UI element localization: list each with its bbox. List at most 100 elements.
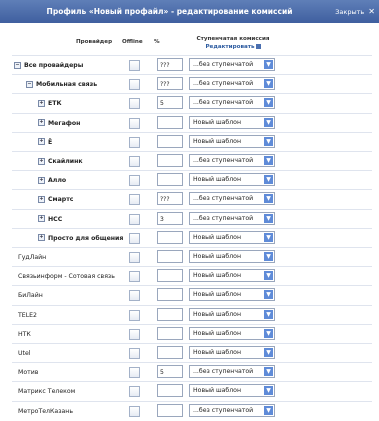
column-offline: Offline [122, 39, 143, 45]
select-value: ...без ступенчатой [193, 368, 254, 376]
select-value: ...без ступенчатой [193, 157, 254, 164]
offline-checkbox[interactable] [129, 348, 140, 359]
provider-cell: TELE2 [18, 306, 37, 325]
offline-checkbox[interactable] [129, 386, 140, 398]
select-value: ...без ступенчатой [193, 80, 254, 88]
select-value: Новый шаблон [193, 387, 242, 395]
percent-input[interactable]: 5 [157, 96, 183, 110]
step-commission-select[interactable]: ...без ступенчатой ▼ [189, 58, 275, 71]
step-commission-select[interactable]: Новый шаблон ▼ [189, 115, 275, 129]
provider-name: Все провайдеры [24, 62, 84, 69]
select-value: Новый шаблон [193, 349, 242, 356]
chevron-down-icon: ▼ [264, 386, 273, 396]
chevron-down-icon: ▼ [264, 194, 273, 204]
expand-icon[interactable]: + [38, 176, 45, 184]
step-commission-select[interactable]: ...без ступенчатой ▼ [189, 96, 275, 110]
step-commission-select[interactable]: Новый шаблон ▼ [189, 230, 275, 244]
provider-cell: Связьинформ - Сотовая связь [18, 267, 115, 286]
select-value: Новый шаблон [193, 310, 242, 318]
expand-icon[interactable]: + [38, 99, 45, 107]
offline-checkbox[interactable] [129, 79, 140, 91]
offline-checkbox[interactable] [129, 309, 140, 321]
chevron-down-icon: ▼ [264, 405, 273, 415]
step-commission-select[interactable]: ...без ступенчатой ▼ [189, 192, 275, 206]
percent-input[interactable]: ??? [157, 192, 183, 206]
percent-input[interactable]: 5 [157, 365, 183, 379]
provider-name: БиЛайн [18, 292, 43, 300]
offline-checkbox[interactable] [129, 194, 140, 206]
step-commission-select[interactable]: Новый шаблон ▼ [189, 326, 275, 340]
step-commission-select[interactable]: Новый шаблон ▼ [189, 173, 275, 187]
expand-icon[interactable]: + [38, 215, 45, 223]
step-commission-select[interactable]: ...без ступенчатой ▼ [189, 365, 275, 379]
collapse-icon[interactable]: − [14, 61, 21, 69]
provider-cell: БиЛайн [18, 286, 43, 305]
step-commission-select[interactable]: Новый шаблон ▼ [189, 307, 275, 321]
offline-checkbox[interactable] [129, 156, 140, 167]
offline-checkbox[interactable] [129, 328, 140, 340]
commission-editor-window: Профиль «Новый профайл» - редактирование… [0, 0, 379, 417]
provider-cell: − Мобильная связь [26, 75, 97, 94]
provider-cell: Матрикс Телеком [18, 382, 75, 401]
percent-input[interactable]: ??? [157, 58, 183, 71]
step-commission-select[interactable]: Новый шаблон ▼ [189, 384, 275, 398]
table-row: + ЕТК 5 ...без ступенчатой ▼ [12, 93, 372, 113]
expand-icon[interactable]: + [38, 138, 45, 146]
offline-checkbox[interactable] [129, 252, 140, 263]
offline-checkbox[interactable] [129, 175, 140, 187]
offline-checkbox[interactable] [129, 290, 140, 302]
provider-cell: + Ё [38, 133, 52, 152]
offline-checkbox[interactable] [129, 98, 140, 110]
select-value: ...без ступенчатой [193, 99, 254, 107]
step-commission-select[interactable]: Новый шаблон ▼ [189, 134, 275, 148]
percent-input[interactable] [157, 346, 183, 359]
offline-checkbox[interactable] [129, 405, 140, 417]
table-row: + Ё Новый шаблон ▼ [12, 131, 372, 152]
step-commission-select[interactable]: Новый шаблон ▼ [189, 269, 275, 283]
expand-icon[interactable]: + [38, 234, 45, 242]
percent-input[interactable] [157, 269, 183, 283]
percent-input[interactable] [157, 154, 183, 167]
percent-input[interactable] [157, 288, 183, 302]
step-commission-select[interactable]: ...без ступенчатой ▼ [189, 154, 275, 167]
offline-checkbox[interactable] [129, 367, 140, 379]
collapse-icon[interactable]: − [26, 80, 33, 88]
offline-checkbox[interactable] [129, 232, 140, 244]
chevron-down-icon: ▼ [264, 117, 273, 127]
offline-checkbox[interactable] [129, 271, 140, 283]
chevron-down-icon: ▼ [264, 328, 273, 338]
offline-checkbox[interactable] [129, 60, 140, 71]
table-row: Мотив 5 ...без ступенчатой ▼ [12, 362, 372, 382]
close-button[interactable]: Закрыть ✕ [335, 0, 375, 23]
percent-input[interactable]: ??? [157, 77, 183, 91]
percent-input[interactable] [157, 134, 183, 148]
select-value: Новый шаблон [193, 118, 242, 126]
select-value: Новый шаблон [193, 291, 242, 299]
expand-icon[interactable]: + [38, 157, 45, 165]
step-commission-select[interactable]: Новый шаблон ▼ [189, 346, 275, 359]
step-commission-select[interactable]: ...без ступенчатой ▼ [189, 77, 275, 91]
provider-name: TELE2 [18, 311, 37, 319]
select-value: Новый шаблон [193, 176, 242, 184]
percent-input[interactable] [157, 230, 183, 244]
percent-input[interactable] [157, 384, 183, 398]
chevron-down-icon: ▼ [264, 271, 273, 281]
table-row: НТК Новый шаблон ▼ [12, 323, 372, 344]
step-commission-select[interactable]: ...без ступенчатой ▼ [189, 211, 275, 225]
table-row: ГудЛайн Новый шаблон ▼ [12, 247, 372, 267]
window-title: Профиль «Новый профайл» - редактирование… [46, 7, 293, 16]
expand-icon[interactable]: + [38, 195, 45, 203]
step-commission-select[interactable]: Новый шаблон ▼ [189, 288, 275, 302]
offline-checkbox[interactable] [129, 213, 140, 225]
offline-checkbox[interactable] [129, 117, 140, 129]
expand-icon[interactable]: + [38, 119, 45, 127]
percent-input[interactable] [157, 115, 183, 129]
percent-input[interactable]: 3 [157, 211, 183, 225]
percent-input[interactable] [157, 250, 183, 263]
step-commission-select[interactable]: Новый шаблон ▼ [189, 250, 275, 263]
percent-input[interactable] [157, 326, 183, 340]
percent-input[interactable] [157, 173, 183, 187]
percent-input[interactable] [157, 307, 183, 321]
offline-checkbox[interactable] [129, 136, 140, 148]
edit-link[interactable]: Редактировать [188, 43, 278, 51]
